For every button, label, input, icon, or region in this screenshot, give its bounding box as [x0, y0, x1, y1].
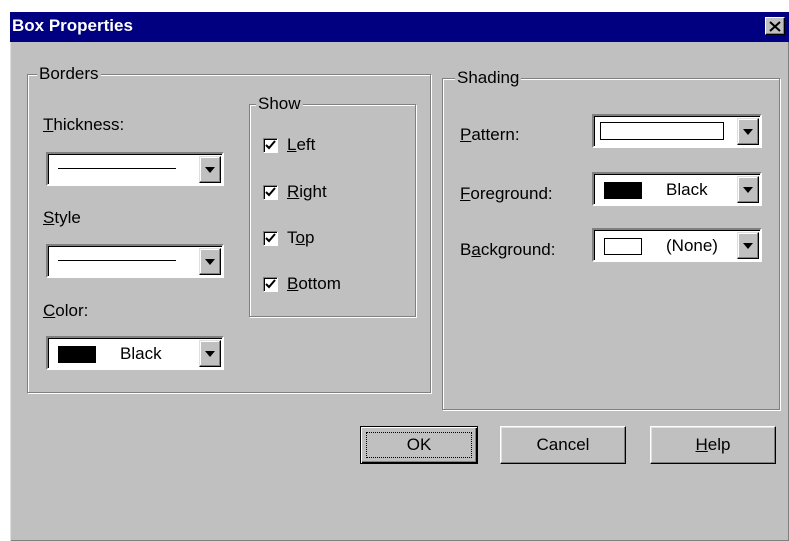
thickness-line-sample [58, 168, 176, 169]
background-dropdown[interactable]: (None) [592, 228, 762, 262]
bottom-checkbox-label[interactable]: Bottom [287, 274, 341, 294]
left-checkbox[interactable] [263, 138, 278, 153]
close-icon [769, 20, 781, 32]
chevron-down-icon [205, 259, 215, 265]
color-dropdown-button[interactable] [199, 340, 221, 367]
window-title: Box Properties [12, 16, 133, 35]
style-dropdown[interactable] [46, 244, 224, 278]
color-swatch [58, 346, 96, 363]
foreground-dropdown-button[interactable] [737, 176, 759, 203]
checkmark-icon [265, 187, 276, 197]
right-checkbox-label[interactable]: Right [287, 182, 327, 202]
cancel-button-label: Cancel [536, 435, 590, 454]
background-dropdown-button[interactable] [737, 232, 759, 259]
pattern-dropdown-button[interactable] [737, 118, 759, 145]
title-bar[interactable]: Box Properties [10, 12, 789, 42]
top-checkbox[interactable] [263, 231, 278, 246]
cancel-button[interactable]: Cancel [500, 426, 626, 464]
foreground-dropdown[interactable]: Black [592, 172, 762, 206]
checkmark-icon [265, 279, 276, 289]
chevron-down-icon [743, 243, 753, 249]
pattern-dropdown[interactable] [592, 114, 762, 148]
chevron-down-icon [205, 167, 215, 173]
help-button-label: Help [695, 435, 731, 454]
foreground-label: Foreground: [460, 184, 553, 203]
bottom-checkbox[interactable] [263, 277, 278, 292]
thickness-label: Thickness: [43, 115, 125, 134]
pattern-sample [600, 122, 724, 140]
foreground-swatch [604, 182, 642, 199]
style-dropdown-button[interactable] [199, 248, 221, 275]
ok-button[interactable]: OK [360, 426, 478, 464]
color-value: Black [120, 344, 162, 363]
pattern-label: Pattern: [460, 125, 520, 144]
thickness-dropdown[interactable] [46, 152, 224, 186]
close-button[interactable] [765, 17, 785, 35]
checkmark-icon [265, 233, 276, 243]
color-label: Color: [43, 301, 89, 320]
chevron-down-icon [743, 129, 753, 135]
background-value: (None) [666, 236, 718, 255]
color-dropdown[interactable]: Black [46, 336, 224, 370]
checkmark-icon [265, 140, 276, 150]
background-label: Background: [460, 240, 556, 259]
background-swatch [604, 238, 642, 255]
help-button[interactable]: Help [650, 426, 776, 464]
borders-legend: Borders [37, 64, 101, 83]
show-legend: Show [256, 94, 303, 113]
foreground-value: Black [666, 180, 708, 199]
left-checkbox-label[interactable]: Left [287, 135, 315, 155]
style-label: Style [43, 208, 81, 227]
right-checkbox[interactable] [263, 185, 278, 200]
top-checkbox-label[interactable]: Top [287, 228, 314, 248]
chevron-down-icon [205, 351, 215, 357]
chevron-down-icon [743, 187, 753, 193]
style-line-sample [58, 260, 176, 261]
focus-ring [366, 432, 472, 458]
shading-legend: Shading [455, 68, 522, 87]
box-properties-dialog: Box Properties Borders Thickness: Style … [10, 12, 789, 541]
thickness-dropdown-button[interactable] [199, 156, 221, 183]
